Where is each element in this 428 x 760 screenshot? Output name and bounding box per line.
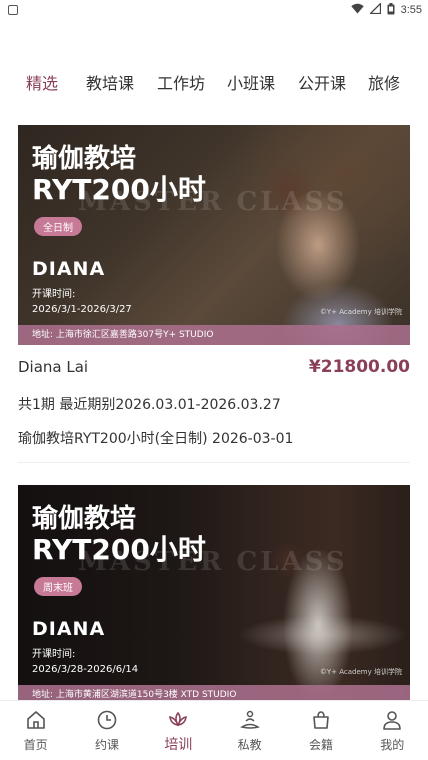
- shopping-bag-icon: [309, 708, 333, 732]
- banner-open-label: 开课时间:: [32, 289, 76, 300]
- course-period: 共1期 最近期别2026.03.01-2026.03.27: [18, 397, 281, 413]
- battery-icon: [387, 2, 395, 18]
- nav-membership[interactable]: 会籍: [285, 701, 356, 760]
- banner-title: 瑜伽教培 RYT200小时: [32, 144, 206, 207]
- status-left: [8, 5, 18, 15]
- banner-open-label: 开课时间:: [32, 649, 76, 660]
- category-tabs: 精选 教培课 工作坊 小班课 公开课 旅修: [0, 64, 428, 96]
- banner-tag: 周末班: [34, 577, 82, 596]
- bottom-nav: 首页 约课 培训 私教 会籍 我的: [0, 700, 428, 760]
- banner-open-info: 开课时间: 2026/3/1-2026/3/27: [32, 288, 132, 317]
- nav-label: 私教: [237, 738, 262, 752]
- nav-label: 首页: [23, 738, 48, 752]
- course-info-row: Diana Lai ¥21800.00: [18, 357, 410, 377]
- tab-small-class[interactable]: 小班课: [227, 70, 275, 94]
- course-banner[interactable]: MASTER CLASS 瑜伽教培 RYT200小时 全日制 DIANA 开课时…: [18, 125, 410, 345]
- lotus-icon: [166, 708, 190, 732]
- banner-brand: DIANA: [32, 618, 106, 640]
- tab-workshop[interactable]: 工作坊: [157, 70, 205, 94]
- banner-open-dates: 2026/3/28-2026/6/14: [32, 663, 139, 675]
- nav-private[interactable]: 私教: [214, 701, 285, 760]
- nav-label: 约课: [94, 738, 119, 752]
- banner-address: 地址: 上海市徐汇区嘉善路307号Y+ STUDIO: [18, 325, 410, 345]
- tab-retreat[interactable]: 旅修: [368, 70, 400, 94]
- signal-icon: [368, 1, 381, 17]
- banner-credit: ©Y+ Academy 培训学院: [319, 308, 402, 316]
- banner-open-dates: 2026/3/1-2026/3/27: [32, 303, 132, 315]
- banner-title-line1: 瑜伽教培: [32, 144, 137, 174]
- nav-label: 我的: [380, 738, 405, 752]
- card-divider: [18, 462, 410, 463]
- course-banner[interactable]: MASTER CLASS 瑜伽教培 RYT200小时 周末班 DIANA 开课时…: [18, 485, 410, 705]
- notification-square-icon: [8, 5, 18, 15]
- banner-tag: 全日制: [34, 217, 82, 236]
- banner-open-info: 开课时间: 2026/3/28-2026/6/14: [32, 648, 138, 677]
- clock-icon: [95, 708, 119, 732]
- banner-title: 瑜伽教培 RYT200小时: [32, 504, 206, 567]
- banner-title-line2: RYT200小时: [32, 173, 206, 207]
- banner-title-line1: 瑜伽教培: [32, 504, 137, 534]
- nav-me[interactable]: 我的: [357, 701, 428, 760]
- wifi-icon: [350, 3, 364, 17]
- nav-label: 会籍: [308, 738, 333, 752]
- meditation-person-icon: [238, 708, 262, 732]
- course-price: ¥21800.00: [308, 357, 410, 377]
- nav-booking[interactable]: 约课: [71, 701, 142, 760]
- status-bar: 3:55: [0, 0, 428, 20]
- home-icon: [24, 708, 48, 732]
- status-time: 3:55: [400, 4, 422, 16]
- tab-teacher-training[interactable]: 教培课: [86, 70, 134, 94]
- banner-brand: DIANA: [32, 258, 106, 280]
- user-icon: [380, 708, 404, 732]
- nav-home[interactable]: 首页: [0, 701, 71, 760]
- nav-training[interactable]: 培训: [143, 701, 214, 760]
- course-name-date: 瑜伽教培RYT200小时(全日制) 2026-03-01: [18, 431, 294, 447]
- nav-label: 培训: [164, 737, 193, 753]
- course-teacher: Diana Lai: [18, 358, 89, 376]
- banner-title-line2: RYT200小时: [32, 533, 206, 567]
- status-right: 3:55: [350, 1, 422, 18]
- banner-credit: ©Y+ Academy 培训学院: [319, 668, 402, 676]
- tab-open-class[interactable]: 公开课: [298, 70, 346, 94]
- tab-featured[interactable]: 精选: [26, 70, 58, 94]
